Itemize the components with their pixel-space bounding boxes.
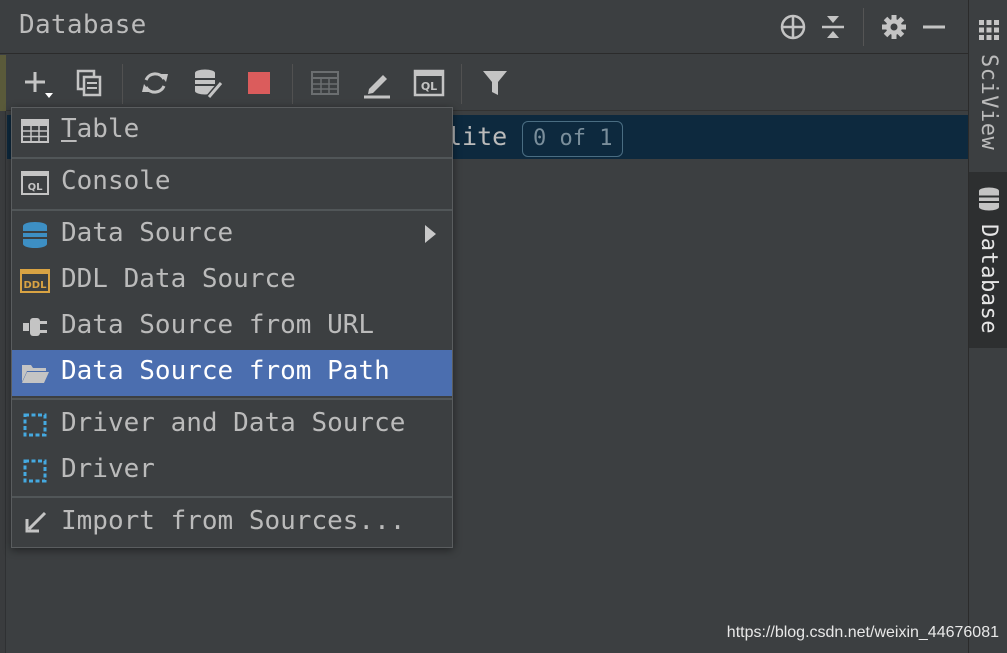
import-arrow-icon	[20, 510, 50, 536]
add-icon[interactable]	[19, 65, 55, 101]
stop-icon[interactable]	[241, 65, 277, 101]
menu-item-import-from-sources[interactable]: Import from Sources...	[12, 500, 452, 546]
menu-item-driver-and-data-source[interactable]: Driver and Data Source	[12, 402, 452, 448]
new-popup-menu: Table QL Console Data Source DDL DDL Dat…	[11, 107, 453, 548]
toolbar-separator	[122, 64, 123, 104]
tab-sciview[interactable]: SciView	[969, 18, 1007, 158]
menu-separator	[12, 209, 452, 211]
menu-item-data-source-from-path[interactable]: Data Source from Path	[12, 350, 452, 396]
duplicate-icon[interactable]	[71, 65, 107, 101]
plug-icon	[20, 314, 50, 340]
menu-item-label: Import from Sources...	[61, 506, 406, 536]
tool-window-title: Database	[19, 10, 147, 40]
menu-separator	[12, 398, 452, 400]
menu-item-data-source[interactable]: Data Source	[12, 212, 452, 258]
toolbar-separator	[461, 64, 462, 104]
database-toolbar: QL	[0, 55, 968, 111]
header-separator	[863, 8, 864, 46]
database-icon	[977, 186, 1001, 216]
menu-item-label: Data Source from URL	[61, 310, 375, 340]
folder-icon	[20, 360, 50, 386]
menu-item-data-source-from-url[interactable]: Data Source from URL	[12, 304, 452, 350]
console-ql-icon: QL	[20, 170, 50, 196]
database-icon	[20, 222, 50, 248]
table-icon[interactable]	[307, 65, 343, 101]
watermark-text: https://blog.csdn.net/weixin_44676081	[726, 624, 999, 641]
filter-icon[interactable]	[477, 65, 513, 101]
left-gutter	[0, 55, 6, 653]
menu-item-label: Console	[61, 166, 171, 196]
submenu-arrow-icon	[425, 225, 436, 243]
menu-separator	[12, 496, 452, 498]
ddl-icon: DDL	[20, 268, 50, 294]
tab-database[interactable]: Database	[969, 172, 1007, 348]
right-tool-stripe: SciView Database	[968, 0, 1007, 653]
toolbar-separator	[292, 64, 293, 104]
menu-item-label: Data Source	[61, 218, 234, 248]
menu-item-ddl-data-source[interactable]: DDL DDL Data Source	[12, 258, 452, 304]
tab-label: SciView	[976, 54, 1001, 151]
menu-item-label: Data Source from Path	[61, 356, 390, 386]
crosshair-icon[interactable]	[773, 9, 813, 45]
data-source-properties-icon[interactable]	[190, 65, 226, 101]
svg-text:QL: QL	[421, 80, 437, 93]
gear-icon[interactable]	[874, 9, 914, 45]
svg-text:QL: QL	[28, 182, 44, 193]
database-tool-window: Database QL lite 0 of 1 SciView Database…	[0, 0, 1007, 653]
menu-item-console[interactable]: QL Console	[12, 160, 452, 206]
schema-count-badge[interactable]: 0 of 1	[522, 121, 624, 157]
menu-item-table[interactable]: Table	[12, 108, 452, 154]
svg-text:DDL: DDL	[24, 280, 48, 291]
menu-item-label: DDL Data Source	[61, 264, 296, 294]
tree-node-label: lite	[447, 122, 508, 151]
menu-item-label: Driver and Data Source	[61, 408, 406, 438]
driver-icon	[20, 412, 50, 438]
collapse-all-icon[interactable]	[813, 9, 853, 45]
grid-icon	[977, 18, 1001, 46]
tool-window-header: Database	[0, 0, 968, 54]
menu-item-label: Table	[61, 114, 139, 144]
query-console-icon[interactable]: QL	[411, 65, 447, 101]
gutter-marker	[0, 55, 6, 111]
tab-label: Database	[976, 224, 1001, 334]
refresh-icon[interactable]	[137, 65, 173, 101]
menu-item-driver[interactable]: Driver	[12, 448, 452, 494]
minimize-icon[interactable]	[914, 9, 954, 45]
mnemonic-letter: T	[61, 114, 77, 144]
menu-separator	[12, 157, 452, 159]
label-rest: able	[76, 114, 140, 144]
edit-icon[interactable]	[359, 65, 395, 101]
menu-item-label: Driver	[61, 454, 155, 484]
table-icon	[20, 118, 50, 144]
driver-icon	[20, 458, 50, 484]
header-actions	[773, 8, 954, 46]
